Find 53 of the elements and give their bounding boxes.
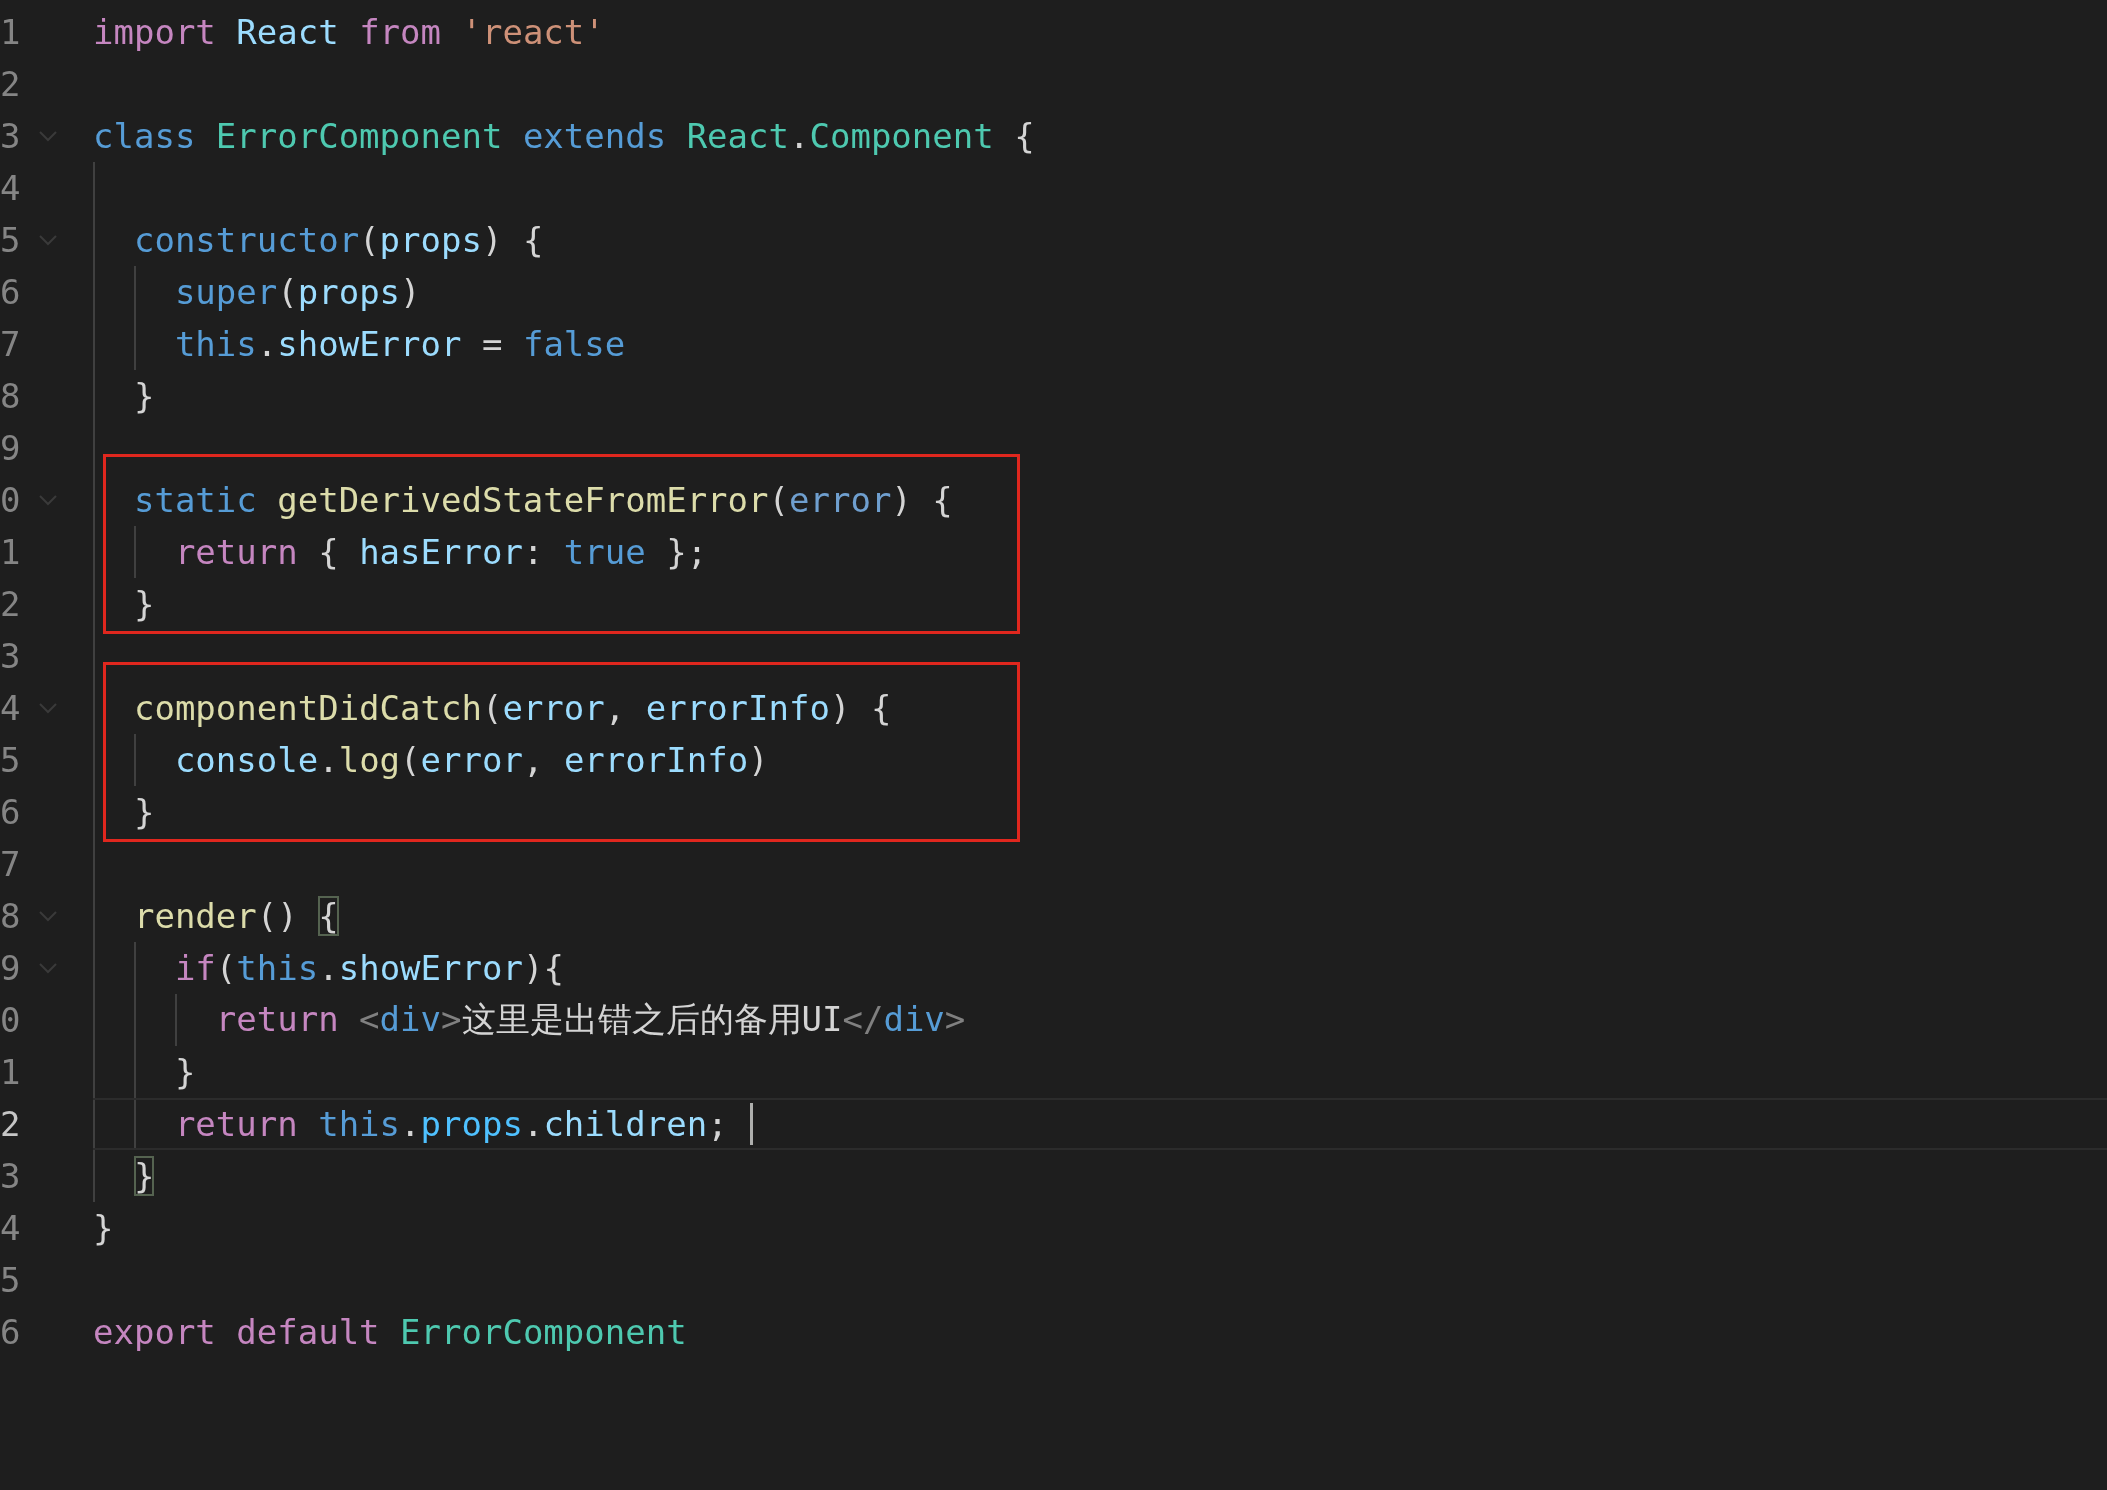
line-number: 2 xyxy=(0,1104,22,1144)
line-number: 9 xyxy=(0,948,22,988)
code-line: import React from 'react' xyxy=(93,12,605,52)
code-line: return { hasError: true }; xyxy=(173,532,708,572)
code-line: return <div>这里是出错之后的备用UI</div> xyxy=(214,998,966,1041)
code-line: } xyxy=(132,792,155,832)
line-number: 6 xyxy=(0,792,22,832)
chevron-down-icon[interactable] xyxy=(38,234,58,246)
line-number: 0 xyxy=(0,480,22,520)
code-line: componentDidCatch(error, errorInfo) { xyxy=(132,688,892,728)
line-number: 4 xyxy=(0,1208,22,1248)
chevron-down-icon[interactable] xyxy=(38,910,58,922)
line-number: 1 xyxy=(0,12,22,52)
code-line: constructor(props) { xyxy=(132,220,544,260)
code-line: console.log(error, errorInfo) xyxy=(173,740,769,780)
code-line: } xyxy=(132,376,155,416)
line-number: 8 xyxy=(0,376,22,416)
line-number: 7 xyxy=(0,844,22,884)
code-line: } xyxy=(132,584,155,624)
code-line: } xyxy=(173,1052,196,1092)
line-number: 7 xyxy=(0,324,22,364)
code-line: } xyxy=(93,1208,114,1248)
line-number: 5 xyxy=(0,1260,22,1300)
line-number: 0 xyxy=(0,1000,22,1040)
code-line: export default ErrorComponent xyxy=(93,1312,687,1352)
line-number: 6 xyxy=(0,1312,22,1352)
chevron-down-icon[interactable] xyxy=(38,494,58,506)
text-cursor xyxy=(750,1103,754,1145)
line-number: 1 xyxy=(0,1052,22,1092)
code-line: return this.props.children; xyxy=(173,1104,729,1144)
code-line: super(props) xyxy=(173,272,421,312)
line-number: 9 xyxy=(0,428,22,468)
line-number: 2 xyxy=(0,584,22,624)
code-line: static getDerivedStateFromError(error) { xyxy=(132,480,953,520)
line-number: 8 xyxy=(0,896,22,936)
line-number: 3 xyxy=(0,636,22,676)
line-number: 4 xyxy=(0,168,22,208)
chevron-down-icon[interactable] xyxy=(38,702,58,714)
line-number: 1 xyxy=(0,532,22,572)
chevron-down-icon[interactable] xyxy=(38,962,58,974)
code-line: render() { xyxy=(132,896,339,936)
code-line: } xyxy=(132,1156,155,1196)
line-number: 2 xyxy=(0,64,22,104)
code-line: class ErrorComponent extends React.Component { xyxy=(93,116,1035,156)
code-line: if(this.showError){ xyxy=(173,948,564,988)
code-line: this.showError = false xyxy=(173,324,626,364)
line-number: 6 xyxy=(0,272,22,312)
chevron-down-icon[interactable] xyxy=(38,130,58,142)
line-number: 3 xyxy=(0,1156,22,1196)
line-number: 5 xyxy=(0,220,22,260)
line-number: 3 xyxy=(0,116,22,156)
line-number: 4 xyxy=(0,688,22,728)
line-number: 5 xyxy=(0,740,22,780)
